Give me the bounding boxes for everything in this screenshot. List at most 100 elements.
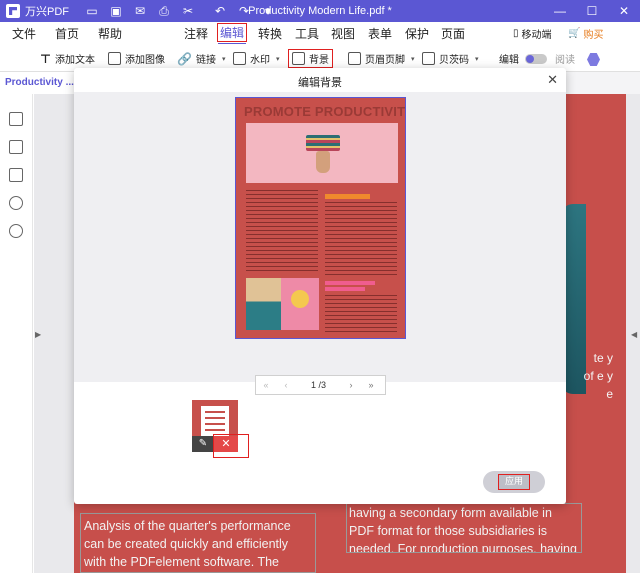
image-icon (108, 52, 121, 65)
watermark-icon (233, 52, 246, 65)
read-label: 阅读 (555, 55, 575, 66)
cart-icon: 🛒 (568, 28, 581, 39)
watermark-button[interactable]: 水印 ▾ (233, 51, 280, 66)
first-page-button[interactable]: « (256, 380, 276, 390)
add-text-label: 添加文本 (54, 55, 95, 66)
edit-background-dialog: 编辑背景 ✕ PROMOTE PRODUCTIVITY « ‹ 1 /3 › » (74, 68, 566, 504)
collapse-left-arrow-icon[interactable]: ▶ (35, 330, 41, 339)
minimize-button[interactable]: — (544, 0, 576, 22)
bates-button[interactable]: 贝茨码 ▾ (422, 51, 479, 66)
save-icon[interactable]: ▣ (109, 4, 123, 19)
preview-pink-heading-2 (325, 287, 365, 291)
header-footer-icon (348, 52, 361, 65)
page-text-fragment: te y of e y e (583, 351, 613, 401)
preview-pink-heading (325, 281, 375, 285)
add-text-button[interactable]: ⊤ 添加文本 (40, 51, 95, 67)
preview-heading: PROMOTE PRODUCTIVITY (244, 104, 406, 119)
background-button[interactable]: 背景 (288, 49, 333, 68)
settings-hex-icon[interactable] (587, 53, 600, 66)
header-footer-button[interactable]: 页眉页脚 ▾ (348, 51, 415, 66)
cut-icon[interactable]: ✂ (181, 4, 195, 19)
menu-bar: 文件 首页 帮助 注释 编辑 转换 工具 视图 表单 保护 页面 ▯ 移动端 🛒… (0, 22, 640, 45)
page-preview: PROMOTE PRODUCTIVITY (235, 97, 406, 339)
preview-photo-beach (246, 278, 281, 330)
edit-template-button[interactable]: ✎ (192, 436, 214, 452)
close-window-button[interactable]: ✕ (608, 0, 640, 22)
menu-edit[interactable]: 编辑 (217, 23, 248, 45)
background-icon (292, 52, 305, 65)
page-text-block-right: having a secondary form available in PDF… (346, 503, 582, 553)
open-file-icon[interactable]: ▭ (85, 4, 99, 19)
watermark-label: 水印 (250, 55, 270, 66)
thumbnails-icon[interactable] (9, 112, 23, 126)
quick-access-toolbar: ▭ ▣ ✉ ⎙ ✂ ↶ ↷ ▾ (85, 4, 275, 19)
text-box-icon: ⊤ (40, 51, 51, 66)
document-tab[interactable]: Productivity ...e (0, 72, 74, 94)
delete-highlight-box (213, 434, 249, 458)
apply-button[interactable]: 应用 (483, 471, 545, 493)
vase-image (316, 151, 330, 173)
add-image-button[interactable]: 添加图像 (108, 51, 165, 66)
header-footer-dropdown-icon[interactable]: ▾ (411, 55, 415, 63)
page-text-block-left: Analysis of the quarter's performance ca… (80, 513, 316, 573)
menu-comment[interactable]: 注释 (184, 25, 208, 42)
dialog-close-button[interactable]: ✕ (547, 72, 558, 88)
left-sidebar (0, 94, 33, 573)
prev-page-button[interactable]: ‹ (276, 380, 296, 390)
expand-right-arrow-icon[interactable]: ◀ (631, 330, 637, 339)
edit-label: 编辑 (499, 55, 519, 66)
document-icon (201, 406, 229, 436)
menu-form[interactable]: 表单 (368, 25, 392, 42)
next-page-button[interactable]: › (341, 380, 361, 390)
page-indicator[interactable]: 1 /3 (296, 380, 341, 390)
read-mode-label: 阅读 (555, 51, 575, 66)
books-image (306, 135, 340, 151)
bates-icon (422, 52, 435, 65)
phone-icon: ▯ (513, 28, 519, 39)
app-name: 万兴PDF (25, 6, 69, 18)
maximize-button[interactable]: ☐ (576, 0, 608, 22)
menu-protect[interactable]: 保护 (405, 25, 429, 42)
attachment-icon[interactable] (9, 196, 23, 210)
watermark-dropdown-icon[interactable]: ▾ (276, 55, 280, 63)
background-label: 背景 (309, 55, 329, 66)
mobile-label: 移动端 (521, 30, 552, 41)
preview-subheading-bar (325, 194, 370, 199)
link-dropdown-icon[interactable]: ▾ (222, 55, 226, 63)
pencil-icon: ✎ (198, 438, 208, 449)
title-bar: 万兴PDF ▭ ▣ ✉ ⎙ ✂ ↶ ↷ ▾ Productivity Moder… (0, 0, 640, 22)
add-image-label: 添加图像 (125, 55, 165, 66)
customize-chevron-icon[interactable]: ▾ (261, 4, 275, 19)
menu-file[interactable]: 文件 (12, 25, 36, 42)
bates-label: 贝茨码 (439, 55, 469, 66)
mobile-button[interactable]: ▯ 移动端 (513, 26, 552, 41)
menu-help[interactable]: 帮助 (98, 25, 122, 42)
mail-icon[interactable]: ✉ (133, 4, 147, 19)
print-icon[interactable]: ⎙ (157, 4, 171, 19)
search-icon[interactable] (9, 224, 23, 238)
preview-area: PROMOTE PRODUCTIVITY « ‹ 1 /3 › » (74, 92, 566, 395)
menu-tools[interactable]: 工具 (295, 25, 319, 42)
undo-icon[interactable]: ↶ (213, 4, 227, 19)
bookmark-icon[interactable] (9, 140, 23, 154)
header-footer-label: 页眉页脚 (365, 55, 405, 66)
apply-label: 应用 (498, 474, 530, 490)
redo-icon[interactable]: ↷ (237, 4, 251, 19)
buy-button[interactable]: 🛒 购买 (568, 26, 603, 41)
bates-dropdown-icon[interactable]: ▾ (475, 55, 479, 63)
link-button[interactable]: 🔗 链接 ▾ (177, 51, 226, 67)
link-icon: 🔗 (177, 51, 192, 66)
edit-read-toggle[interactable] (525, 54, 547, 64)
link-label: 链接 (195, 55, 216, 66)
preview-hero-image (246, 123, 398, 183)
page-navigator: « ‹ 1 /3 › » (255, 375, 386, 395)
edit-mode-label: 编辑 (499, 51, 519, 66)
buy-label: 购买 (583, 30, 604, 41)
preview-text-column-bottom (325, 295, 397, 333)
menu-view[interactable]: 视图 (331, 25, 355, 42)
comment-icon[interactable] (9, 168, 23, 182)
menu-page[interactable]: 页面 (441, 25, 465, 42)
menu-home[interactable]: 首页 (55, 25, 79, 42)
menu-convert[interactable]: 转换 (258, 25, 282, 42)
last-page-button[interactable]: » (361, 380, 381, 390)
